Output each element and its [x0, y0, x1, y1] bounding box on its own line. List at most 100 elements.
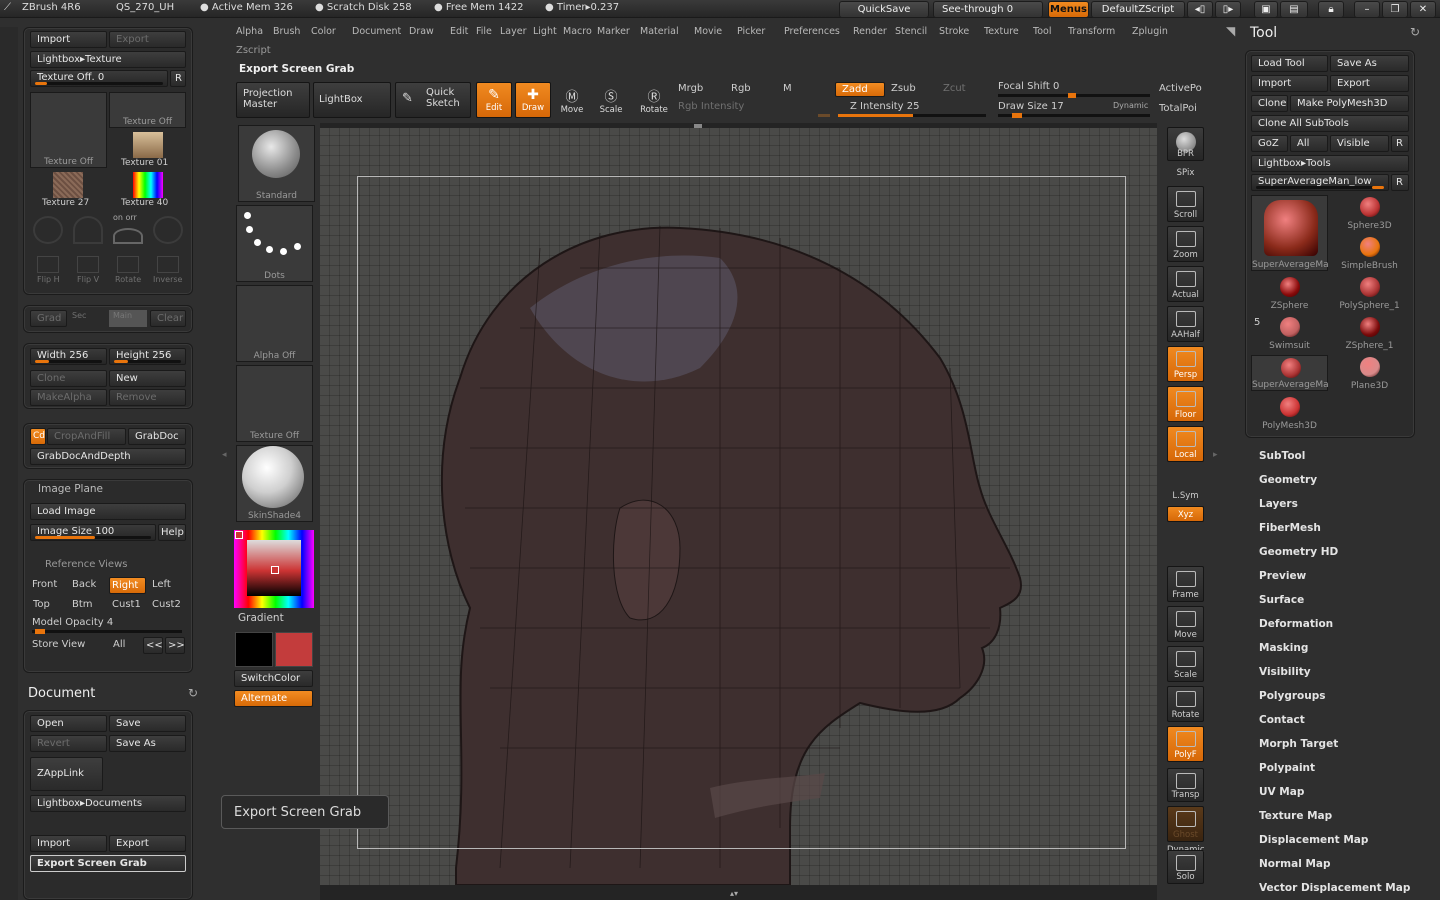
zapplink-button[interactable]: ZAppLink [30, 757, 103, 791]
tool-section-texture-map[interactable]: Texture Map [1259, 810, 1332, 822]
tool-item-superaveragema-7[interactable]: SuperAverageMa [1251, 355, 1329, 391]
quick-sketch-button[interactable]: Quick Sketch ✎ [395, 82, 471, 118]
tool-section-deformation[interactable]: Deformation [1259, 618, 1333, 630]
texture-import-button[interactable]: Import [30, 31, 107, 48]
transp-button[interactable]: Transp [1167, 768, 1204, 802]
doc-export-button[interactable]: Export [109, 835, 186, 852]
floor-button[interactable]: Floor [1167, 386, 1204, 422]
quicksave-button[interactable]: QuickSave [839, 1, 929, 18]
tool-item-zsphere-1-6[interactable]: ZSphere_1 [1331, 315, 1408, 351]
menu-brush[interactable]: Brush [273, 26, 300, 37]
move-button[interactable]: Ⓜ Move [556, 82, 588, 118]
tool-section-subtool[interactable]: SubTool [1259, 450, 1305, 462]
menu-light[interactable]: Light [533, 26, 557, 37]
tool-export-button[interactable]: Export [1330, 75, 1409, 92]
color-picker-cursor[interactable] [271, 566, 279, 574]
flip-v-button[interactable]: Flip V [77, 275, 99, 284]
m-button[interactable]: M [783, 83, 792, 94]
tool-item-swimsuit-5[interactable]: Swimsuit [1251, 315, 1328, 351]
make-polymesh-button[interactable]: Make PolyMesh3D [1290, 95, 1409, 112]
persp-button[interactable]: Persp [1167, 346, 1204, 382]
load-image-button[interactable]: Load Image [30, 503, 186, 520]
inverse-button[interactable]: Inverse [153, 275, 182, 284]
draw-button[interactable]: ✚ Draw [515, 82, 551, 118]
width-slider[interactable]: Width 256 [30, 348, 107, 365]
z-intensity-slider[interactable]: Z Intensity 25 [850, 101, 919, 112]
tool-section-morph-target[interactable]: Morph Target [1259, 738, 1338, 750]
tool-item-polymesh3d-9[interactable]: PolyMesh3D [1251, 395, 1328, 431]
alternate-button[interactable]: Alternate [234, 690, 313, 707]
menu-movie[interactable]: Movie [694, 26, 722, 37]
document-panel-title[interactable]: Document [28, 686, 95, 701]
clone-all-subtools-button[interactable]: Clone All SubTools [1251, 115, 1409, 132]
tool-refresh-icon[interactable]: ↻ [1410, 25, 1420, 39]
menu-texture[interactable]: Texture [984, 26, 1019, 37]
menu-color[interactable]: Color [311, 26, 336, 37]
sec-label[interactable]: Sec [72, 311, 86, 320]
menu-tool[interactable]: Tool [1033, 26, 1051, 37]
crop-and-fill-button[interactable]: CropAndFill [47, 428, 126, 445]
texture-gauge-icon[interactable] [73, 216, 103, 244]
primary-color-swatch[interactable] [275, 632, 313, 667]
doc-import-button[interactable]: Import [30, 835, 107, 852]
top-view-button[interactable]: Top [33, 599, 50, 610]
tool-item-superaveragema-0[interactable]: SuperAverageMa [1251, 195, 1329, 271]
make-alpha-button[interactable]: MakeAlpha [30, 389, 107, 406]
reference-views-header[interactable]: Reference Views [45, 559, 127, 570]
menu-alpha[interactable]: Alpha [236, 26, 263, 37]
layout-alt-icon[interactable]: ▤ [1280, 1, 1308, 18]
cd-toggle[interactable]: Cd [30, 428, 46, 445]
bottom-collapse-arrow-icon[interactable]: ▴▾ [730, 889, 738, 898]
tool-section-polypaint[interactable]: Polypaint [1259, 762, 1315, 774]
tool-panel-pin-icon[interactable]: ◥ [1226, 24, 1235, 38]
image-size-slider[interactable]: Image Size 100 [30, 524, 156, 541]
polyf-button[interactable]: PolyF [1167, 726, 1204, 762]
tool-section-polygroups[interactable]: Polygroups [1259, 690, 1326, 702]
export-screen-grab-button[interactable]: Export Screen Grab [30, 855, 186, 872]
tool-section-layers[interactable]: Layers [1259, 498, 1298, 510]
bpr-button[interactable]: BPR [1167, 127, 1204, 161]
texture-r-button[interactable]: R [170, 70, 186, 87]
current-tool-r-button[interactable]: R [1391, 174, 1409, 191]
all-views-button[interactable]: All [113, 639, 125, 650]
alpha-slot[interactable]: Alpha Off [236, 285, 313, 362]
grad-button[interactable]: Grad [30, 310, 67, 327]
switch-color-button[interactable]: SwitchColor [234, 670, 313, 687]
tool-item-simplebrush-2[interactable]: SimpleBrush [1331, 235, 1408, 271]
mrgb-button[interactable]: Mrgb [678, 83, 703, 94]
focal-shift-slider[interactable]: Focal Shift 0 [998, 81, 1059, 92]
menu-preferences[interactable]: Preferences [784, 26, 840, 37]
draw-size-slider[interactable]: Draw Size 17 [998, 101, 1064, 112]
zsub-button[interactable]: Zsub [891, 83, 916, 94]
rgb-button[interactable]: Rgb [731, 83, 751, 94]
tool-section-normal-map[interactable]: Normal Map [1259, 858, 1331, 870]
lock-icon[interactable]: 🔒︎ [1318, 1, 1344, 18]
main-color-swatch[interactable]: Main [109, 310, 147, 327]
tray-right-icon[interactable]: ▯▸ [1215, 1, 1241, 18]
clone-texture-button[interactable]: Clone [30, 370, 107, 387]
move-button[interactable]: Move [1167, 606, 1204, 642]
texture-slot[interactable]: Texture Off [236, 365, 313, 442]
menu-transform[interactable]: Transform [1068, 26, 1115, 37]
doc-save-as-button[interactable]: Save As [109, 735, 186, 752]
tool-section-displacement-map[interactable]: Displacement Map [1259, 834, 1368, 846]
menu-stencil[interactable]: Stencil [895, 26, 927, 37]
aahalf-button[interactable]: AAHalf [1167, 306, 1204, 342]
remove-texture-button[interactable]: Remove [109, 389, 186, 406]
tool-section-surface[interactable]: Surface [1259, 594, 1304, 606]
front-view-button[interactable]: Front [32, 579, 57, 590]
menu-draw[interactable]: Draw [409, 26, 434, 37]
height-slider[interactable]: Height 256 [109, 348, 186, 365]
texture-off-slider[interactable]: Texture Off. 0 [30, 70, 168, 87]
lightbox-tools-button[interactable]: Lightbox▸Tools [1251, 155, 1409, 172]
right-collapse-arrow-icon[interactable]: ▸ [1213, 450, 1218, 460]
document-canvas[interactable] [320, 128, 1157, 885]
menu-render[interactable]: Render [853, 26, 887, 37]
menu-file[interactable]: File [476, 26, 492, 37]
lightbox-texture-button[interactable]: Lightbox▸Texture [30, 51, 186, 68]
lightbox-documents-button[interactable]: Lightbox▸Documents [30, 795, 186, 812]
menu-stroke[interactable]: Stroke [939, 26, 969, 37]
menu-zplugin[interactable]: Zplugin [1132, 26, 1168, 37]
store-view-button[interactable]: Store View [32, 639, 85, 650]
scale-button[interactable]: Ⓢ Scale [595, 82, 627, 118]
